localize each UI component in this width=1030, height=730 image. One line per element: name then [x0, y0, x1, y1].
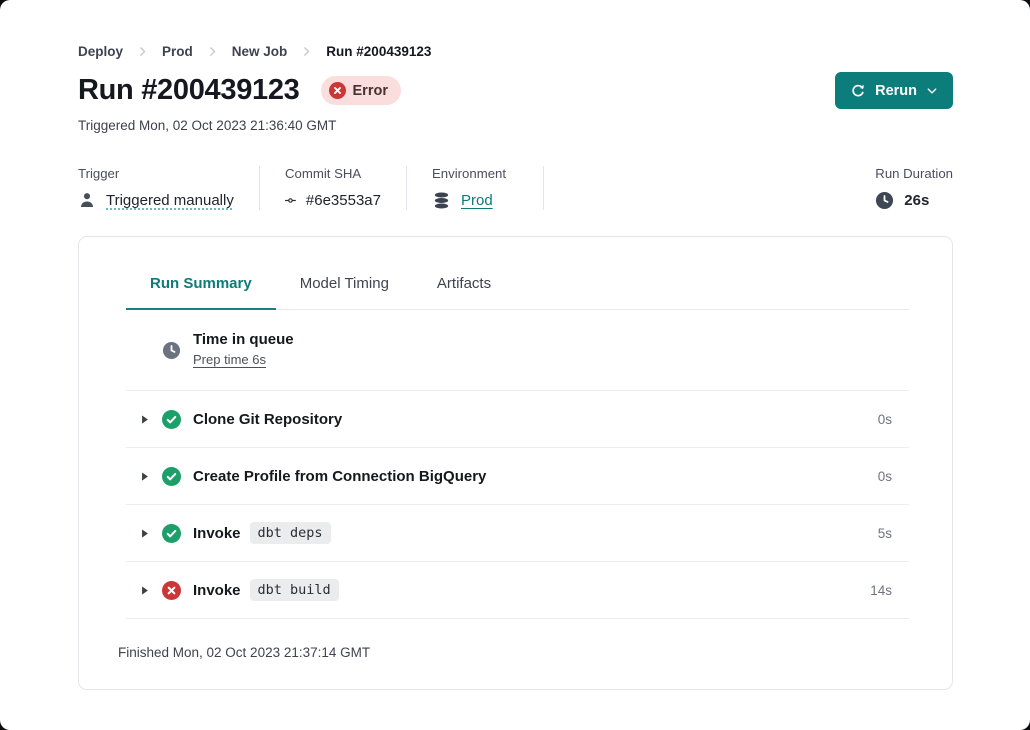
meta-duration: Run Duration 26s [875, 166, 953, 210]
tab-model-timing[interactable]: Model Timing [276, 266, 413, 309]
run-summary-card: Run SummaryModel TimingArtifacts Time in… [78, 236, 953, 690]
person-icon [78, 191, 96, 209]
success-check-icon [162, 524, 181, 543]
step-list: Clone Git Repository 0s Create Profile f… [126, 391, 909, 619]
run-meta-row: Trigger Triggered manually Commit SHA [78, 166, 953, 210]
breadcrumb-item[interactable]: Deploy [78, 44, 123, 59]
chevron-right-icon [136, 45, 149, 58]
success-check-icon [162, 467, 181, 486]
status-badge-label: Error [353, 83, 388, 99]
breadcrumb-item[interactable]: New Job [232, 44, 288, 59]
error-x-icon [162, 581, 181, 600]
finished-timestamp: Finished Mon, 02 Oct 2023 21:37:14 GMT [79, 619, 952, 686]
meta-environment: Environment Prod [432, 166, 518, 210]
meta-divider [406, 166, 407, 210]
error-circle-icon [329, 82, 346, 99]
step-duration: 0s [878, 469, 892, 484]
expand-caret-icon[interactable] [136, 411, 152, 427]
chevron-right-icon [206, 45, 219, 58]
expand-caret-icon[interactable] [136, 525, 152, 541]
run-duration-value: 26s [904, 192, 929, 209]
title-row: Run #200439123 Error Rerun [78, 72, 953, 109]
queue-clock-icon [162, 341, 181, 360]
step-duration: 14s [870, 583, 892, 598]
queue-title: Time in queue [193, 331, 294, 348]
meta-duration-label: Run Duration [875, 166, 953, 181]
chevron-down-icon [926, 85, 938, 97]
step-row[interactable]: Invoke dbt deps 5s [126, 505, 909, 562]
tab-bar: Run SummaryModel TimingArtifacts [126, 237, 909, 310]
expand-caret-icon[interactable] [136, 468, 152, 484]
commit-sha-value: #6e3553a7 [306, 192, 381, 209]
step-duration: 0s [878, 412, 892, 427]
step-row[interactable]: Create Profile from Connection BigQuery … [126, 448, 909, 505]
database-icon [432, 191, 451, 210]
rerun-button-label: Rerun [875, 83, 917, 99]
step-title: Create Profile from Connection BigQuery [193, 468, 486, 485]
step-row[interactable]: Invoke dbt build 14s [126, 562, 909, 619]
page-title: Run #200439123 [78, 75, 300, 107]
meta-commit-label: Commit SHA [285, 166, 381, 181]
tab-run-summary[interactable]: Run Summary [126, 266, 276, 309]
meta-trigger-label: Trigger [78, 166, 234, 181]
meta-divider [259, 166, 260, 210]
clock-icon [875, 191, 894, 210]
step-command: dbt build [250, 579, 339, 601]
meta-commit: Commit SHA #6e3553a7 [285, 166, 381, 210]
breadcrumb: Deploy Prod New Job Run #200439123 [78, 44, 953, 59]
run-detail-page: Deploy Prod New Job Run #200439123 Run #… [0, 0, 1030, 730]
triggered-timestamp: Triggered Mon, 02 Oct 2023 21:36:40 GMT [78, 118, 953, 133]
commit-icon [285, 191, 296, 210]
step-title: Clone Git Repository [193, 411, 342, 428]
breadcrumb-item: Run #200439123 [326, 44, 431, 59]
step-duration: 5s [878, 526, 892, 541]
tab-artifacts[interactable]: Artifacts [413, 266, 515, 309]
chevron-right-icon [300, 45, 313, 58]
queue-row: Time in queue Prep time 6s [126, 310, 909, 391]
refresh-icon [850, 83, 866, 99]
status-badge: Error [321, 76, 401, 105]
prep-time-link[interactable]: Prep time 6s [193, 352, 266, 367]
meta-environment-label: Environment [432, 166, 518, 181]
meta-trigger: Trigger Triggered manually [78, 166, 234, 210]
meta-divider [543, 166, 544, 210]
expand-caret-icon[interactable] [136, 582, 152, 598]
trigger-value[interactable]: Triggered manually [106, 192, 234, 209]
step-row[interactable]: Clone Git Repository 0s [126, 391, 909, 448]
step-command: dbt deps [250, 522, 331, 544]
step-title: Invoke [193, 582, 241, 599]
step-title: Invoke [193, 525, 241, 542]
environment-link[interactable]: Prod [461, 192, 493, 209]
breadcrumb-item[interactable]: Prod [162, 44, 193, 59]
rerun-button[interactable]: Rerun [835, 72, 953, 109]
success-check-icon [162, 410, 181, 429]
